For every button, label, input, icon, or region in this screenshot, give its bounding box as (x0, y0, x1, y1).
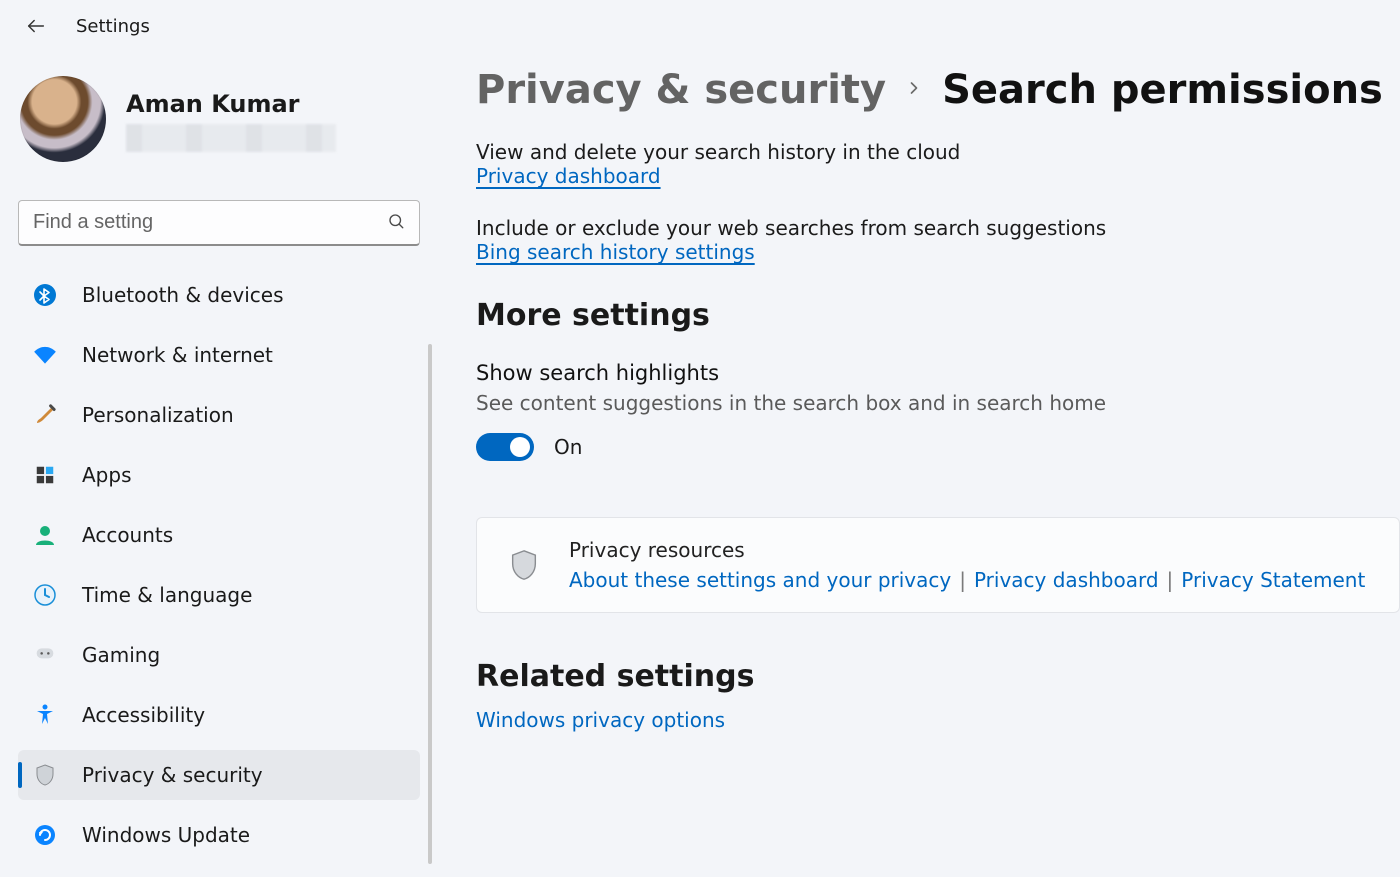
bluetooth-icon (32, 282, 58, 308)
accessibility-icon (32, 702, 58, 728)
wifi-icon (32, 342, 58, 368)
sidebar-item-personalization[interactable]: Personalization (18, 390, 420, 440)
bing-history-link[interactable]: Bing search history settings (476, 240, 755, 264)
cloud-history-desc: View and delete your search history in t… (476, 140, 1400, 164)
more-settings-heading: More settings (476, 298, 1400, 333)
arrow-left-icon (25, 15, 47, 37)
privacy-resources-card: Privacy resources About these settings a… (476, 517, 1400, 613)
breadcrumb: Privacy & security Search permissions (476, 68, 1400, 112)
apps-icon (32, 462, 58, 488)
privacy-statement-link[interactable]: Privacy Statement (1181, 568, 1365, 592)
sidebar-item-label: Windows Update (82, 823, 250, 847)
sidebar-item-accounts[interactable]: Accounts (18, 510, 420, 560)
sidebar-item-privacy-security[interactable]: Privacy & security (18, 750, 420, 800)
search-input[interactable] (33, 211, 387, 234)
privacy-dashboard-link[interactable]: Privacy dashboard (476, 164, 661, 188)
search-highlights-toggle[interactable] (476, 433, 534, 461)
chevron-right-icon (904, 78, 924, 102)
back-button[interactable] (24, 14, 48, 38)
windows-privacy-options-link[interactable]: Windows privacy options (476, 708, 725, 732)
person-icon (32, 522, 58, 548)
sidebar-item-label: Accessibility (82, 703, 205, 727)
sidebar-item-bluetooth[interactable]: Bluetooth & devices (18, 270, 420, 320)
shield-icon (507, 548, 541, 582)
sidebar-item-label: Gaming (82, 643, 160, 667)
sidebar-item-gaming[interactable]: Gaming (18, 630, 420, 680)
sidebar: Aman Kumar Bluetooth & devices Netw (0, 44, 432, 873)
user-name: Aman Kumar (126, 76, 336, 118)
search-field-wrap[interactable] (18, 200, 420, 246)
privacy-dashboard-link-2[interactable]: Privacy dashboard (974, 568, 1159, 592)
web-suggestions-desc: Include or exclude your web searches fro… (476, 216, 1400, 240)
breadcrumb-current: Search permissions (942, 68, 1383, 112)
sidebar-item-label: Bluetooth & devices (82, 283, 284, 307)
related-settings-heading: Related settings (476, 659, 1400, 694)
sidebar-item-apps[interactable]: Apps (18, 450, 420, 500)
separator: | (1159, 568, 1182, 592)
sidebar-item-label: Privacy & security (82, 763, 263, 787)
sidebar-nav: Bluetooth & devices Network & internet P… (18, 270, 420, 860)
privacy-resources-title: Privacy resources (569, 538, 1365, 562)
sidebar-item-network[interactable]: Network & internet (18, 330, 420, 380)
clock-globe-icon (32, 582, 58, 608)
about-privacy-link[interactable]: About these settings and your privacy (569, 568, 951, 592)
separator: | (951, 568, 974, 592)
search-icon (387, 212, 405, 234)
search-highlights-title: Show search highlights (476, 361, 1400, 385)
scrollbar[interactable] (428, 344, 432, 864)
avatar (20, 76, 106, 162)
sidebar-item-label: Personalization (82, 403, 234, 427)
sidebar-item-label: Apps (82, 463, 132, 487)
search-highlights-desc: See content suggestions in the search bo… (476, 391, 1400, 415)
sidebar-item-label: Time & language (82, 583, 252, 607)
sidebar-item-label: Network & internet (82, 343, 273, 367)
brush-icon (32, 402, 58, 428)
breadcrumb-parent[interactable]: Privacy & security (476, 68, 886, 112)
shield-icon (32, 762, 58, 788)
gamepad-icon (32, 642, 58, 668)
app-title: Settings (76, 16, 150, 37)
sidebar-item-label: Accounts (82, 523, 173, 547)
sidebar-item-accessibility[interactable]: Accessibility (18, 690, 420, 740)
update-icon (32, 822, 58, 848)
sidebar-item-time-language[interactable]: Time & language (18, 570, 420, 620)
sidebar-item-windows-update[interactable]: Windows Update (18, 810, 420, 860)
user-block[interactable]: Aman Kumar (18, 64, 420, 168)
main-content: Privacy & security Search permissions Vi… (432, 44, 1400, 873)
toggle-state-label: On (554, 435, 582, 459)
user-email-redacted (126, 124, 336, 152)
